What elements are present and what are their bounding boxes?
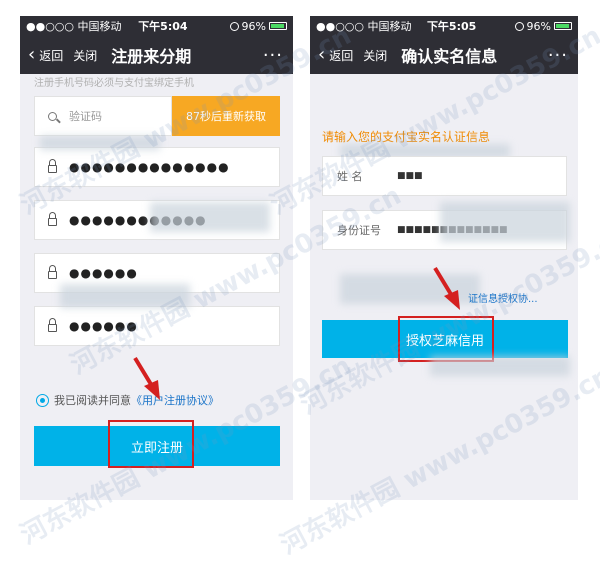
back-label: 返回	[329, 48, 354, 63]
pin-input-2[interactable]: ●●●●●●	[69, 319, 138, 333]
search-icon	[35, 111, 69, 121]
password-input-1[interactable]: ●●●●●●●●●●●●●●	[69, 160, 230, 174]
name-value[interactable]: ■■■	[397, 171, 423, 181]
blurred-overlay	[40, 136, 160, 150]
chevron-left-icon: ‹	[28, 44, 36, 65]
name-row[interactable]: 姓 名 ■■■	[322, 156, 567, 196]
highlight-box	[108, 420, 194, 468]
alarm-icon	[514, 21, 524, 31]
battery-percent: 96%	[526, 19, 551, 33]
password-row-1[interactable]: ●●●●●●●●●●●●●●	[34, 147, 280, 187]
agree-text: 我已阅读并同意	[54, 394, 131, 407]
pin-input-1[interactable]: ●●●●●●	[69, 266, 138, 280]
credit-auth-agreement-link[interactable]: 证信息授权协...	[468, 290, 538, 305]
left-phone-screen: ●●○○○ 中国移动 下午5:04 96% ‹ 返回 关闭 注册来分期 ··· …	[20, 16, 293, 500]
clock: 下午5:05	[426, 20, 477, 33]
code-input-row[interactable]: 验证码	[34, 96, 172, 136]
lock-icon	[35, 265, 69, 279]
status-bar: ●●○○○ 中国移动 下午5:04 96%	[20, 16, 293, 36]
blurred-overlay	[440, 202, 570, 242]
top-hint: 注册手机号码必须与支付宝绑定手机	[34, 78, 194, 89]
close-button[interactable]: 关闭	[363, 47, 387, 64]
carrier-label: ●●○○○ 中国移动	[316, 20, 412, 33]
name-label: 姓 名	[337, 170, 363, 183]
blurred-overlay	[60, 284, 190, 308]
pointer-arrow-icon	[133, 356, 160, 400]
section-tip: 请输入您的支付宝实名认证信息	[322, 130, 491, 144]
battery-status: 96%	[492, 20, 572, 33]
blurred-overlay	[150, 202, 270, 232]
more-button[interactable]: ···	[263, 45, 293, 66]
blurred-overlay	[430, 356, 570, 376]
lock-icon	[35, 318, 69, 332]
resend-code-button[interactable]: 87秒后重新获取	[172, 96, 280, 136]
page-title: 注册来分期	[111, 47, 192, 66]
right-phone-screen: ●●○○○ 中国移动 下午5:05 96% ‹ 返回 关闭 确认实名信息 ···…	[310, 16, 578, 500]
lock-icon	[35, 159, 69, 173]
status-bar: ●●○○○ 中国移动 下午5:05 96%	[310, 16, 578, 36]
lock-icon	[35, 212, 69, 226]
radio-checked-icon[interactable]	[36, 393, 49, 407]
code-input[interactable]: 验证码	[69, 108, 102, 124]
battery-icon	[554, 22, 572, 30]
id-label: 身份证号	[337, 224, 381, 237]
clock: 下午5:04	[138, 20, 188, 33]
nav-bar: ‹ 返回 关闭 注册来分期 ···	[20, 36, 293, 74]
pin-row-2[interactable]: ●●●●●●	[34, 306, 280, 346]
page-title: 确认实名信息	[401, 47, 498, 66]
more-button[interactable]: ···	[548, 45, 578, 66]
nav-bar: ‹ 返回 关闭 确认实名信息 ···	[310, 36, 578, 74]
alarm-icon	[229, 21, 239, 31]
close-button[interactable]: 关闭	[73, 47, 97, 64]
battery-icon	[269, 22, 287, 30]
pointer-arrow-icon	[433, 266, 460, 310]
back-label: 返回	[39, 48, 64, 63]
agreement-row[interactable]: 我已阅读并同意 《用户注册协议》	[36, 392, 219, 408]
battery-percent: 96%	[241, 19, 266, 33]
chevron-left-icon: ‹	[318, 44, 326, 65]
back-button[interactable]: ‹ 返回	[310, 46, 353, 64]
back-button[interactable]: ‹ 返回	[20, 46, 63, 64]
carrier-label: ●●○○○ 中国移动	[26, 20, 122, 33]
battery-status: 96%	[204, 20, 287, 33]
